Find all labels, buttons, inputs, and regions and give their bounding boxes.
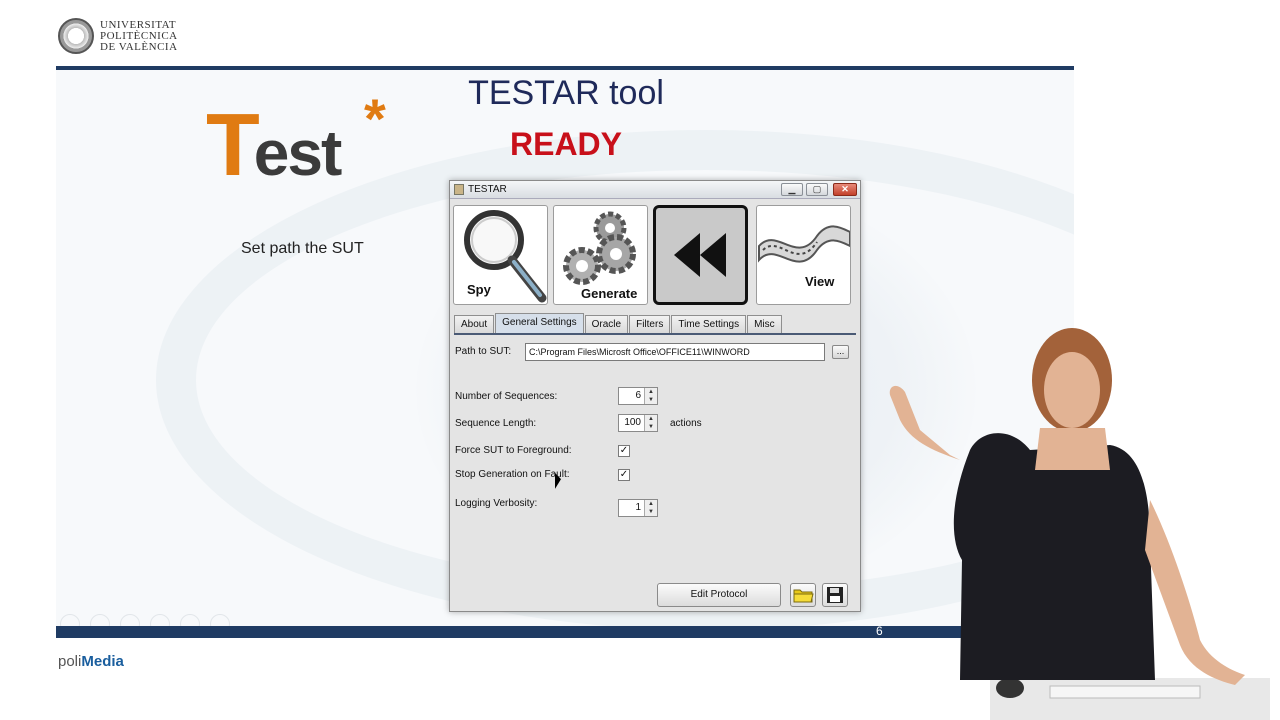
polimedia-logo: poliMedia [58,653,124,670]
minimize-button[interactable]: ▁ [781,183,803,196]
polimedia-poli: poli [58,653,82,670]
folder-icon [793,589,814,603]
window-titlebar[interactable]: TESTAR ▁ ▢ ✕ [450,181,860,199]
university-name-line3: DE VALÈNCIA [100,41,178,53]
polimedia-media: Media [81,653,124,670]
spy-mode-label: Spy [467,282,491,297]
slide-status-ready: READY [509,126,622,162]
logging-verbosity-value: 1 [635,502,641,513]
save-button[interactable] [822,583,848,607]
view-mode-label: View [805,274,835,289]
logging-verbosity-label: Logging Verbosity: [455,498,538,509]
spinner-arrows-icon[interactable]: ▲ ▼ [644,388,657,404]
number-of-sequences-spinner[interactable]: 6 ▲ ▼ [618,387,658,405]
logging-verbosity-spinner[interactable]: 1 ▲ ▼ [618,499,658,517]
slide-title: TESTAR tool [468,74,664,112]
number-of-sequences-value: 6 [635,390,641,401]
close-button[interactable]: ✕ [833,183,857,196]
tab-filters[interactable]: Filters [629,315,671,333]
tab-time-settings[interactable]: Time Settings [671,315,747,333]
floppy-disk-icon [827,587,843,603]
video-frame: UNIVERSITAT POLITÈCNICA DE VALÈNCIA Test… [0,0,1280,720]
test-star-logo: Test * [206,87,386,196]
university-seal-icon [58,18,94,54]
path-to-sut-input[interactable]: C:\Program Files\Microsft Office\OFFICE1… [525,343,825,361]
maximize-button[interactable]: ▢ [806,183,828,196]
tab-misc[interactable]: Misc [747,315,782,333]
mouse-cursor-icon [555,472,561,492]
generate-mode-button[interactable]: Generate [553,205,648,305]
tab-about[interactable]: About [454,315,495,333]
spinner-arrows-icon[interactable]: ▲ ▼ [644,415,657,431]
open-folder-button[interactable] [790,583,816,607]
replay-mode-button[interactable] [653,205,748,305]
edit-protocol-button[interactable]: Edit Protocol [657,583,781,607]
tab-general-settings[interactable]: General Settings [495,313,584,333]
film-reel-icon [758,225,850,263]
sequence-length-unit: actions [670,418,702,429]
testar-window: TESTAR ▁ ▢ ✕ Spy Generate View About Gen… [449,180,861,612]
tab-underline [454,333,856,335]
rewind-icon [674,233,726,277]
stop-on-fault-checkbox[interactable]: ✓ [618,469,630,481]
tab-oracle[interactable]: Oracle [584,315,629,333]
slide-caption: Set path the SUT [241,240,364,257]
settings-tab-strip: About General Settings Oracle Filters Ti… [454,313,783,333]
logo-word-est: est [253,117,342,189]
logo-star-icon: * [364,87,386,150]
java-cup-icon [454,184,464,195]
number-of-sequences-label: Number of Sequences: [455,391,558,402]
window-title: TESTAR [468,184,507,195]
spy-mode-button[interactable]: Spy [453,205,548,305]
logo-letter-t: T [206,95,260,194]
path-to-sut-label: Path to SUT: [455,346,512,357]
university-name: UNIVERSITAT POLITÈCNICA DE VALÈNCIA [100,20,178,53]
university-logo: UNIVERSITAT POLITÈCNICA DE VALÈNCIA [56,18,216,60]
stop-on-fault-label: Stop Generation on Fault: [455,469,570,480]
force-foreground-checkbox[interactable]: ✓ [618,445,630,457]
generate-mode-label: Generate [581,286,638,301]
force-foreground-label: Force SUT to Foreground: [455,445,572,456]
browse-button[interactable]: ... [832,345,849,359]
view-mode-button[interactable]: View [756,205,851,305]
spinner-arrows-icon[interactable]: ▲ ▼ [644,500,657,516]
sequence-length-label: Sequence Length: [455,418,537,429]
sequence-length-value: 100 [624,417,641,428]
sequence-length-spinner[interactable]: 100 ▲ ▼ [618,414,658,432]
presenter [889,328,1270,720]
